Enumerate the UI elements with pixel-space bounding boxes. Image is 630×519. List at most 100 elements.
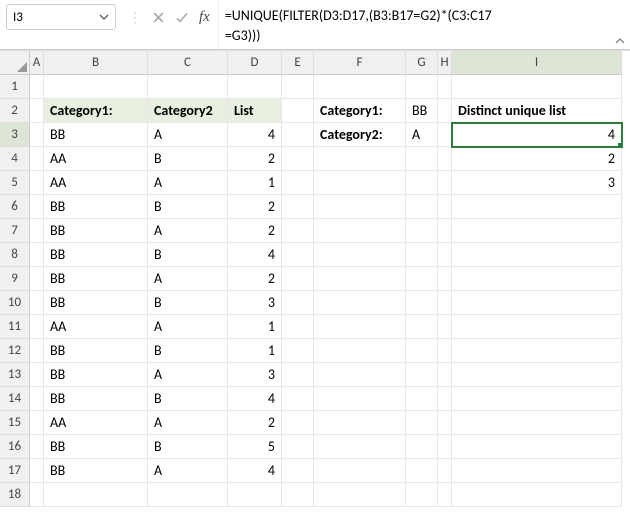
cell[interactable] — [438, 315, 452, 339]
cell[interactable] — [438, 387, 452, 411]
column-header[interactable]: G — [406, 51, 438, 75]
row-header[interactable]: 15 — [0, 411, 30, 435]
cell[interactable] — [228, 483, 282, 507]
cell[interactable] — [44, 483, 148, 507]
cell[interactable] — [314, 339, 406, 363]
cell[interactable] — [282, 411, 314, 435]
cell[interactable] — [282, 459, 314, 483]
cell[interactable]: BB — [44, 387, 148, 411]
cell[interactable] — [148, 75, 228, 99]
column-header[interactable]: F — [314, 51, 406, 75]
cell[interactable] — [30, 195, 44, 219]
cell[interactable]: 4 — [228, 459, 282, 483]
cell[interactable]: A — [148, 123, 228, 147]
row-header[interactable]: 3 — [0, 123, 30, 147]
cell[interactable]: 3 — [452, 171, 622, 195]
cell[interactable]: BB — [44, 243, 148, 267]
cell[interactable]: Distinct unique list — [452, 99, 622, 123]
column-header[interactable]: D — [228, 51, 282, 75]
cell[interactable] — [314, 411, 406, 435]
cell[interactable] — [438, 195, 452, 219]
cell[interactable] — [452, 291, 622, 315]
cell[interactable] — [282, 339, 314, 363]
cell[interactable] — [452, 219, 622, 243]
column-header[interactable]: I — [452, 51, 622, 75]
cell[interactable]: AA — [44, 411, 148, 435]
row-header[interactable]: 14 — [0, 387, 30, 411]
cell[interactable] — [282, 147, 314, 171]
cell[interactable]: 1 — [228, 315, 282, 339]
cell[interactable] — [452, 339, 622, 363]
cell[interactable]: BB — [44, 267, 148, 291]
cell[interactable] — [452, 75, 622, 99]
cell[interactable]: Category1: — [44, 99, 148, 123]
cell[interactable]: 5 — [228, 435, 282, 459]
row-header[interactable]: 6 — [0, 195, 30, 219]
column-header[interactable]: A — [30, 51, 44, 75]
cell[interactable] — [282, 99, 314, 123]
cell[interactable] — [438, 459, 452, 483]
cell[interactable] — [452, 315, 622, 339]
cell[interactable] — [30, 459, 44, 483]
cell[interactable]: B — [148, 243, 228, 267]
cell[interactable]: BB — [44, 435, 148, 459]
cell[interactable]: 1 — [228, 339, 282, 363]
cell[interactable] — [30, 99, 44, 123]
cell[interactable] — [314, 219, 406, 243]
cell[interactable] — [438, 411, 452, 435]
cell[interactable]: B — [148, 339, 228, 363]
row-header[interactable]: 10 — [0, 291, 30, 315]
cell[interactable] — [314, 291, 406, 315]
cell[interactable]: 4 — [228, 387, 282, 411]
cell[interactable] — [438, 435, 452, 459]
cell[interactable] — [438, 219, 452, 243]
cell[interactable] — [314, 171, 406, 195]
cell[interactable] — [282, 219, 314, 243]
cell[interactable] — [30, 171, 44, 195]
column-header[interactable]: H — [438, 51, 452, 75]
cell[interactable]: BB — [406, 99, 438, 123]
cell[interactable]: List — [228, 99, 282, 123]
row-header[interactable]: 16 — [0, 435, 30, 459]
cell[interactable] — [452, 435, 622, 459]
cell[interactable] — [406, 195, 438, 219]
cell[interactable]: 4 — [228, 123, 282, 147]
select-all-corner[interactable] — [0, 51, 30, 75]
cell[interactable] — [314, 387, 406, 411]
cell[interactable]: A — [148, 411, 228, 435]
cell[interactable] — [282, 291, 314, 315]
cell[interactable]: 2 — [228, 267, 282, 291]
cell[interactable] — [282, 435, 314, 459]
cell[interactable] — [30, 243, 44, 267]
cell[interactable] — [438, 291, 452, 315]
chevron-down-icon[interactable] — [99, 12, 109, 22]
cell[interactable]: BB — [44, 363, 148, 387]
cell[interactable] — [406, 219, 438, 243]
cell[interactable] — [282, 123, 314, 147]
cell[interactable]: Category2: — [314, 123, 406, 147]
cell[interactable] — [314, 147, 406, 171]
row-header[interactable]: 4 — [0, 147, 30, 171]
cell[interactable]: A — [148, 171, 228, 195]
cell[interactable]: 2 — [228, 411, 282, 435]
fx-icon[interactable]: fx — [199, 9, 210, 26]
cell[interactable]: 3 — [228, 363, 282, 387]
cell[interactable] — [282, 315, 314, 339]
cell[interactable]: Category1: — [314, 99, 406, 123]
cell[interactable] — [406, 387, 438, 411]
row-header[interactable]: 11 — [0, 315, 30, 339]
row-header[interactable]: 9 — [0, 267, 30, 291]
cell[interactable] — [30, 123, 44, 147]
cell[interactable] — [406, 459, 438, 483]
formula-input[interactable]: =UNIQUE(FILTER(D3:D17,(B3:B17=G2)*(C3:C1… — [218, 0, 610, 49]
cell[interactable]: 1 — [228, 171, 282, 195]
cell[interactable] — [30, 219, 44, 243]
row-header[interactable]: 5 — [0, 171, 30, 195]
enter-icon[interactable] — [175, 11, 189, 24]
cell[interactable]: B — [148, 291, 228, 315]
cell[interactable]: B — [148, 387, 228, 411]
expand-formula-bar-icon[interactable] — [610, 0, 630, 49]
cell[interactable]: B — [148, 195, 228, 219]
cell[interactable] — [30, 411, 44, 435]
row-header[interactable]: 8 — [0, 243, 30, 267]
